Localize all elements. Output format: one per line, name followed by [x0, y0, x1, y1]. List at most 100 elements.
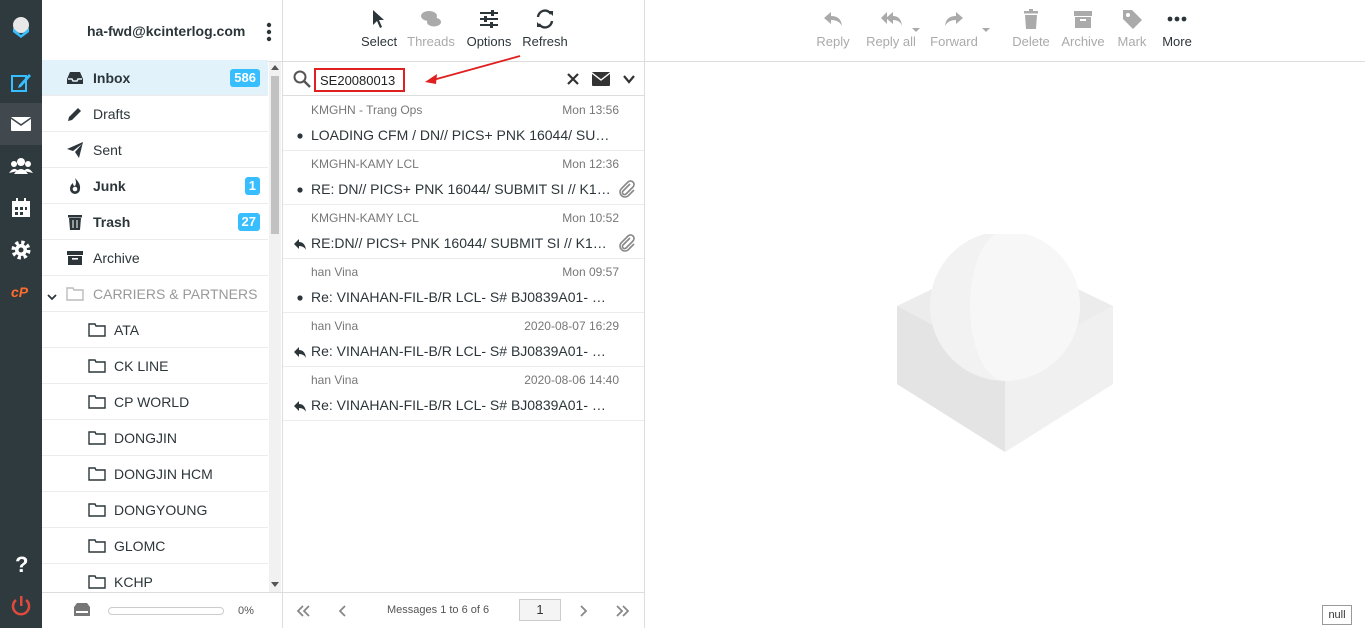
folder-item[interactable]: Archive [42, 240, 268, 276]
message-row[interactable]: han Vina Mon 09:57 Re: VINAHAN-FIL-B/R LCL… [283, 259, 644, 313]
folder-label: DONGJIN HCM [114, 466, 213, 482]
storage-icon [74, 603, 90, 616]
folder-item[interactable]: DONGJIN [42, 420, 268, 456]
folder-item[interactable]: ATA [42, 312, 268, 348]
trash-icon [1024, 9, 1038, 29]
message-toolbar: Reply Reply all Forward Delete Archive M… [645, 0, 1365, 62]
cpanel-icon[interactable]: cP [0, 271, 42, 313]
folder-item[interactable]: DONGYOUNG [42, 492, 268, 528]
message-sender: han Vina [311, 373, 359, 387]
mail-icon[interactable] [0, 103, 42, 145]
folder-item[interactable]: Sent [42, 132, 268, 168]
message-date: 2020-08-06 14:40 [524, 373, 619, 387]
more-dots-icon [1167, 16, 1187, 22]
unread-count-badge: 586 [230, 69, 260, 87]
unread-dot-icon[interactable] [293, 291, 307, 305]
pencil-icon [66, 105, 84, 123]
message-sender: KMGHN-KAMY LCL [311, 211, 419, 225]
forward-dropdown-icon[interactable] [981, 26, 991, 34]
folder-item[interactable]: DONGJIN HCM [42, 456, 268, 492]
quota-percent: 0% [238, 605, 254, 617]
folder-pane: ha-fwd@kcinterlog.com Inbox 586 Drafts Sent… [42, 0, 283, 628]
folder-label: CP WORLD [114, 394, 190, 410]
scroll-up-icon[interactable] [271, 64, 279, 72]
reply-all-dropdown-icon[interactable] [911, 26, 921, 34]
message-row[interactable]: han Vina 2020-08-07 16:29 Re: VINAHAN-FIL-… [283, 313, 644, 367]
select-button[interactable]: Select [361, 8, 397, 49]
fire-icon [66, 177, 84, 195]
archive-icon [1074, 11, 1092, 28]
message-sender: KMGHN-KAMY LCL [311, 157, 419, 171]
contacts-icon[interactable] [0, 145, 42, 187]
folder-item[interactable]: KCHP [42, 564, 268, 592]
search-scope-mail-icon[interactable] [592, 72, 610, 86]
page-number-input[interactable]: 1 [519, 599, 561, 621]
forward-button[interactable]: Forward [929, 8, 979, 49]
calendar-icon[interactable] [0, 187, 42, 229]
delete-button[interactable]: Delete [1011, 8, 1051, 49]
logo-icon[interactable] [0, 6, 42, 48]
folder-label: DONGJIN [114, 430, 177, 446]
folder-icon [88, 537, 106, 555]
next-page-icon[interactable] [575, 603, 591, 619]
last-page-icon[interactable] [615, 603, 631, 619]
archive-button[interactable]: Archive [1061, 8, 1105, 49]
search-input[interactable] [314, 68, 405, 92]
logout-icon[interactable] [0, 585, 42, 627]
collapse-chevron-icon[interactable] [47, 289, 57, 301]
scrollbar-thumb[interactable] [271, 76, 279, 234]
message-row[interactable]: KMGHN-KAMY LCL Mon 12:36 RE: DN// PICS+ PN… [283, 151, 644, 205]
message-row[interactable]: han Vina 2020-08-06 14:40 Re: VINAHAN-FIL-… [283, 367, 644, 421]
quota-footer: 0% [42, 592, 283, 628]
search-options-chevron-icon[interactable] [623, 74, 635, 84]
message-date: Mon 10:52 [562, 211, 619, 225]
settings-icon[interactable] [0, 229, 42, 271]
message-row[interactable]: KMGHN-KAMY LCL Mon 10:52 RE:DN// PICS+ PNK… [283, 205, 644, 259]
prev-page-icon[interactable] [335, 603, 351, 619]
folder-label: Junk [93, 178, 126, 194]
folder-item[interactable]: Junk 1 [42, 168, 268, 204]
refresh-button[interactable]: Refresh [522, 8, 568, 49]
message-row[interactable]: KMGHN - Trang Ops Mon 13:56 LOADING CFM / … [283, 97, 644, 151]
folder-item[interactable]: CK LINE [42, 348, 268, 384]
unread-dot-icon[interactable] [293, 183, 307, 197]
folder-item[interactable]: GLOMC [42, 528, 268, 564]
folder-item[interactable]: Drafts [42, 96, 268, 132]
folder-item[interactable]: CARRIERS & PARTNERS [42, 276, 268, 312]
folder-icon [88, 321, 106, 339]
help-icon[interactable]: ? [0, 543, 42, 585]
folder-icon [88, 501, 106, 519]
folder-item[interactable]: Inbox 586 [42, 60, 268, 96]
threads-button[interactable]: Threads [407, 8, 455, 49]
compose-icon[interactable] [0, 62, 42, 104]
unread-count-badge: 27 [237, 213, 260, 231]
message-subject: Re: VINAHAN-FIL-B/R LCL- S# BJ0839A01- E… [311, 289, 611, 305]
replied-icon[interactable] [293, 399, 307, 413]
mark-button[interactable]: Mark [1115, 8, 1149, 49]
account-header: ha-fwd@kcinterlog.com [42, 0, 282, 62]
folder-scrollbar[interactable] [269, 62, 281, 592]
folder-label: Archive [93, 250, 140, 266]
reply-icon [824, 12, 842, 26]
folder-item[interactable]: Trash 27 [42, 204, 268, 240]
paperclip-icon [618, 180, 636, 198]
scroll-down-icon[interactable] [271, 580, 279, 588]
trash-icon [66, 213, 84, 231]
reply-button[interactable]: Reply [813, 8, 853, 49]
unread-dot-icon[interactable] [293, 129, 307, 143]
replied-icon[interactable] [293, 237, 307, 251]
first-page-icon[interactable] [295, 603, 311, 619]
more-button[interactable]: More [1159, 8, 1195, 49]
message-sender: han Vina [311, 319, 359, 333]
message-sender: KMGHN - Trang Ops [311, 103, 423, 117]
folder-list: Inbox 586 Drafts Sent Junk 1 Trash 27 Archive CAR… [42, 60, 268, 592]
options-button[interactable]: Options [466, 8, 512, 49]
folder-label: GLOMC [114, 538, 166, 554]
cursor-icon [373, 10, 384, 28]
kebab-menu-icon[interactable] [264, 22, 274, 42]
replied-icon[interactable] [293, 345, 307, 359]
folder-icon [88, 429, 106, 447]
folder-item[interactable]: CP WORLD [42, 384, 268, 420]
search-icon[interactable] [293, 70, 311, 88]
clear-search-icon[interactable] [567, 73, 579, 85]
